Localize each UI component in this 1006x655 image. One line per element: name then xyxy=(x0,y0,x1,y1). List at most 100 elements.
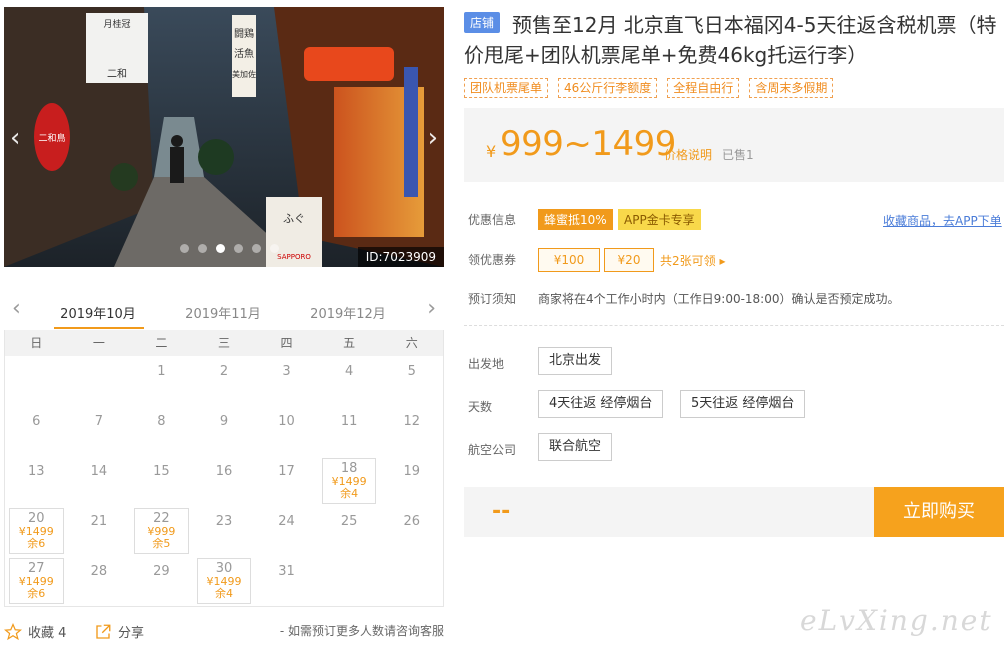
buy-now-button[interactable]: 立即购买 xyxy=(874,487,1004,537)
day-remaining: 余6 xyxy=(27,537,46,550)
day-number: 27 xyxy=(28,561,45,576)
day-number: 18 xyxy=(340,461,358,476)
notice-label: 预订须知 xyxy=(468,292,517,306)
calendar-blank-cell xyxy=(5,356,68,406)
weekday-label: 日 xyxy=(30,336,43,350)
day-number: 21 xyxy=(90,514,108,529)
calendar-days-grid: 1 2 3 4 5 6 7 8 9 10 11 12 13 14 15 16 17 18 ¥1499 余4 19 20 ¥1… xyxy=(5,356,443,606)
calendar-day: 12 xyxy=(380,406,443,456)
favorite-go-app-link[interactable]: 收藏商品，去APP下单 xyxy=(883,212,1002,229)
day-number: 28 xyxy=(90,564,108,579)
calendar-day: 13 xyxy=(5,456,68,506)
day-remaining: 余6 xyxy=(27,587,46,600)
star-icon xyxy=(4,622,22,640)
calendar-day: 15 xyxy=(130,456,193,506)
calendar-month-tab-3[interactable]: 2019年12月 xyxy=(306,303,390,322)
calendar-day-available[interactable]: 27 ¥1499 余6 xyxy=(9,558,64,604)
day-number: 1 xyxy=(157,364,166,379)
day-number: 22 xyxy=(153,511,170,526)
calendar-next-icon[interactable]: › xyxy=(427,298,436,320)
calendar-day: 11 xyxy=(318,406,381,456)
calendar-day: 16 xyxy=(193,456,256,506)
calendar-day-available[interactable]: 22 ¥999 余5 xyxy=(134,508,189,554)
calendar-day-available[interactable]: 30 ¥1499 余4 xyxy=(196,558,252,604)
product-photo[interactable]: 月桂冠 二和 闘鶏 活魚 美加佐 二和鳥 ふぐ SAPPORO ‹ › ID:7… xyxy=(4,7,444,267)
collect-label: 收藏 4 xyxy=(28,626,67,641)
photo-sign-3: 闘鶏 xyxy=(234,27,254,40)
coupon-20[interactable]: ¥20 xyxy=(604,248,654,272)
day-number: 31 xyxy=(278,564,295,579)
pagination-dot[interactable] xyxy=(198,244,207,253)
promo-label: 优惠信息 xyxy=(468,213,517,227)
calendar-day: 19 xyxy=(380,456,443,506)
sold-count: 已售1 xyxy=(722,148,754,162)
coupon-label: 领优惠券 xyxy=(468,253,517,267)
option-days-5[interactable]: 5天往返 经停烟台 xyxy=(680,390,806,418)
price-explanation-link[interactable]: 价格说明 xyxy=(664,146,712,163)
calendar-day-available[interactable]: 20 ¥1499 余6 xyxy=(9,508,64,554)
day-number: 6 xyxy=(32,414,41,429)
calendar-day: 14 xyxy=(68,456,131,506)
calendar-month-tab-1[interactable]: 2019年10月 xyxy=(56,303,140,322)
day-number: 5 xyxy=(407,364,416,379)
weekday-label: 五 xyxy=(343,336,356,350)
photo-sign-6: 二和鳥 xyxy=(38,132,65,144)
calendar-day: 29 xyxy=(130,556,193,606)
day-number: 7 xyxy=(94,414,103,429)
option-depart-beijing[interactable]: 北京出发 xyxy=(538,347,613,375)
calendar-day: 5 xyxy=(380,356,443,406)
shop-badge[interactable]: 店铺 xyxy=(464,12,501,33)
pagination-dot[interactable] xyxy=(270,244,279,253)
option-days-4[interactable]: 4天往返 经停烟台 xyxy=(538,390,664,418)
day-remaining: 余4 xyxy=(214,587,233,600)
collect-button[interactable]: 收藏 4 xyxy=(4,622,66,641)
photo-footer: 收藏 4 分享 - 如需预订更多人数请咨询客服 xyxy=(4,620,444,642)
calendar-day: 25 xyxy=(318,506,381,556)
consult-service-note[interactable]: - 如需预订更多人数请咨询客服 xyxy=(280,622,444,639)
calendar-day: 8 xyxy=(130,406,193,456)
share-icon xyxy=(96,624,111,639)
total-price: -- xyxy=(492,499,511,524)
weekday-label: 一 xyxy=(92,336,105,350)
coupon-more-link[interactable]: 共2张可领 ▸ xyxy=(660,252,725,269)
day-number: 11 xyxy=(340,414,358,429)
photo-sign-4: 活魚 xyxy=(234,47,254,60)
active-month-underline xyxy=(54,327,144,329)
calendar-month-tab-2[interactable]: 2019年11月 xyxy=(181,303,265,322)
day-number: 20 xyxy=(28,511,45,526)
day-number: 10 xyxy=(278,414,295,429)
photo-prev-arrow-icon[interactable]: ‹ xyxy=(10,125,20,151)
coupon-100[interactable]: ¥100 xyxy=(538,248,600,272)
calendar-day: 1 xyxy=(130,356,193,406)
photo-next-arrow-icon[interactable]: › xyxy=(428,125,438,151)
day-number: 24 xyxy=(278,514,295,529)
pagination-dot[interactable] xyxy=(180,244,189,253)
day-number: 19 xyxy=(403,464,420,479)
calendar-day-available[interactable]: 18 ¥1499 余4 xyxy=(321,458,377,504)
option-airline-united[interactable]: 联合航空 xyxy=(538,433,613,461)
days-label: 天数 xyxy=(468,400,493,414)
photo-sign-8: SAPPORO xyxy=(277,253,311,261)
photo-pagination xyxy=(180,244,279,253)
pagination-dot[interactable] xyxy=(252,244,261,253)
promo-badge-honey: 蜂蜜抵10% xyxy=(538,209,613,230)
photo-sign-1: 月桂冠 xyxy=(103,18,130,30)
calendar-day: 21 xyxy=(68,506,131,556)
calendar-day: 4 xyxy=(318,356,381,406)
day-number: 9 xyxy=(219,414,229,429)
photo-sign-5: 美加佐 xyxy=(232,69,256,79)
calendar-prev-icon[interactable]: ‹ xyxy=(12,298,21,320)
pagination-dot[interactable] xyxy=(234,244,243,253)
weekday-label: 四 xyxy=(280,336,293,350)
product-tag: 全程自由行 xyxy=(667,78,740,98)
pagination-dot[interactable] xyxy=(216,244,225,253)
calendar-weekday-row: 日 一 二 三 四 五 六 xyxy=(5,330,443,356)
share-button[interactable]: 分享 xyxy=(94,622,144,641)
price-panel: ¥ 999~1499 价格说明 已售1 xyxy=(464,108,1004,182)
photo-sign-2: 二和 xyxy=(107,68,127,80)
calendar-blank-cell xyxy=(68,356,131,406)
day-number: 4 xyxy=(344,364,354,379)
day-number: 17 xyxy=(278,464,295,479)
day-remaining: 余5 xyxy=(152,537,171,550)
calendar-day: 10 xyxy=(255,406,318,456)
